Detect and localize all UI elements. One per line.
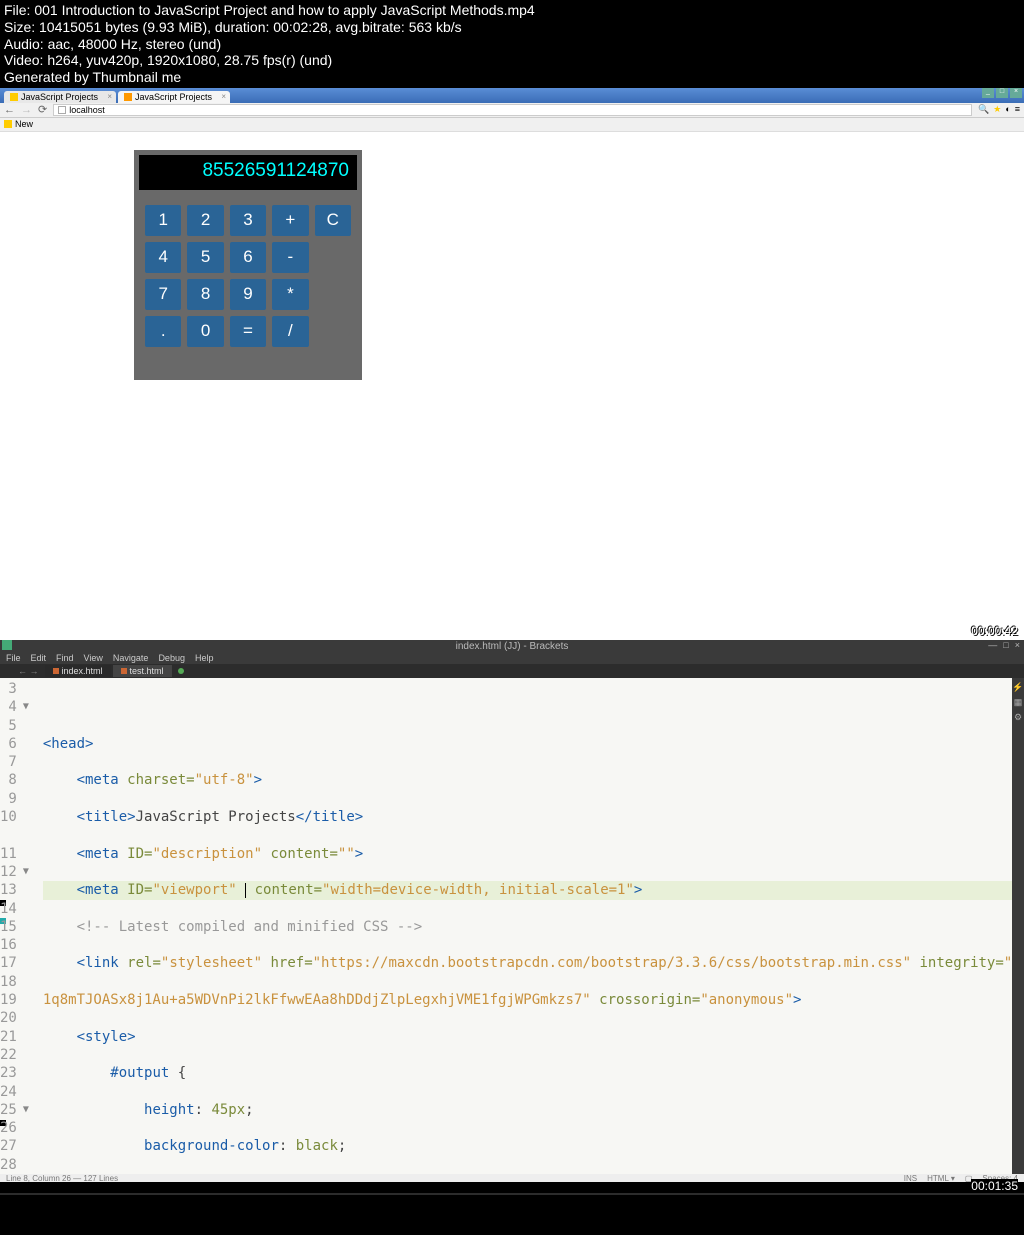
file-tab-label: test.html bbox=[130, 666, 164, 676]
maximize-icon[interactable]: □ bbox=[1003, 640, 1008, 650]
extension-icon[interactable]: ▦ bbox=[1012, 697, 1024, 708]
menu-debug[interactable]: Debug bbox=[158, 653, 185, 663]
window-controls: _ □ × bbox=[982, 88, 1022, 98]
url-input[interactable]: localhost bbox=[53, 104, 972, 116]
code-editor[interactable]: 34▼56789101112▼1314151617181920212223242… bbox=[0, 678, 1012, 1182]
calc-button-minus[interactable]: - bbox=[272, 242, 308, 273]
editor-menubar: File Edit Find View Navigate Debug Help bbox=[0, 652, 1024, 664]
folder-icon bbox=[4, 120, 12, 128]
bookmark-item[interactable]: New bbox=[4, 119, 33, 129]
minimize-icon[interactable]: _ bbox=[982, 88, 994, 98]
calc-button-3[interactable]: 3 bbox=[230, 205, 266, 236]
calc-button-2[interactable]: 2 bbox=[187, 205, 223, 236]
calc-button-dot[interactable]: . bbox=[145, 316, 181, 347]
meta-generated: Generated by Thumbnail me bbox=[4, 69, 1020, 86]
calc-button-multiply[interactable]: * bbox=[272, 279, 308, 310]
close-icon[interactable]: × bbox=[1015, 640, 1020, 650]
bookmark-label: New bbox=[15, 119, 33, 129]
calc-button-divide[interactable]: / bbox=[272, 316, 308, 347]
menu-help[interactable]: Help bbox=[195, 653, 214, 663]
thumbnail-timestamp: 00:01:35 bbox=[971, 1179, 1018, 1193]
calc-button-0[interactable]: 0 bbox=[187, 316, 223, 347]
browser-viewport: 85526591124870 1 2 3 + C 4 5 6 - 7 8 9 *… bbox=[0, 132, 1024, 640]
meta-file: File: 001 Introduction to JavaScript Pro… bbox=[4, 2, 1020, 19]
zoom-icon[interactable]: 🔍 bbox=[978, 104, 989, 115]
browser-tab[interactable]: JavaScript Projects × bbox=[4, 91, 116, 103]
close-icon[interactable]: × bbox=[1010, 88, 1022, 98]
editor-title: index.html (JJ) - Brackets bbox=[456, 641, 569, 652]
video-metadata: File: 001 Introduction to JavaScript Pro… bbox=[0, 0, 1024, 88]
forward-icon[interactable]: → bbox=[21, 104, 32, 116]
page-icon bbox=[58, 106, 66, 114]
editor-sidebar-right: ⚡ ▦ ⚙ bbox=[1012, 678, 1024, 1182]
file-tab-label: index.html bbox=[62, 666, 103, 676]
file-icon bbox=[53, 668, 59, 674]
meta-audio: Audio: aac, 48000 Hz, stereo (und) bbox=[4, 36, 1020, 53]
calc-button-plus[interactable]: + bbox=[272, 205, 308, 236]
calc-button-clear[interactable]: C bbox=[315, 205, 351, 236]
close-icon[interactable]: × bbox=[221, 92, 226, 101]
line-number-gutter: 34▼56789101112▼1314151617181920212223242… bbox=[0, 678, 25, 1182]
editor-window: index.html (JJ) - Brackets — □ × File Ed… bbox=[0, 640, 1024, 1195]
editor-file-tabs: ← → index.html test.html bbox=[0, 664, 1024, 678]
favicon-icon bbox=[10, 93, 18, 101]
calc-button-8[interactable]: 8 bbox=[187, 279, 223, 310]
favicon-icon bbox=[124, 93, 132, 101]
calc-button-1[interactable]: 1 bbox=[145, 205, 181, 236]
settings-icon[interactable]: ⚙ bbox=[1012, 712, 1024, 723]
menu-navigate[interactable]: Navigate bbox=[113, 653, 149, 663]
calc-button-9[interactable]: 9 bbox=[230, 279, 266, 310]
browser-tab-strip: JavaScript Projects × JavaScript Project… bbox=[0, 88, 1024, 103]
tab-label: JavaScript Projects bbox=[135, 92, 212, 102]
file-icon bbox=[121, 668, 127, 674]
meta-video: Video: h264, yuv420p, 1920x1080, 28.75 f… bbox=[4, 52, 1020, 69]
calc-button-7[interactable]: 7 bbox=[145, 279, 181, 310]
tab-label: JavaScript Projects bbox=[21, 92, 98, 102]
meta-size: Size: 10415051 bytes (9.93 MiB), duratio… bbox=[4, 19, 1020, 36]
calc-button-5[interactable]: 5 bbox=[187, 242, 223, 273]
nav-arrows-icon[interactable]: ← → bbox=[14, 666, 43, 676]
calc-button-equals[interactable]: = bbox=[230, 316, 266, 347]
calculator-display: 85526591124870 bbox=[139, 155, 357, 190]
browser-window: JavaScript Projects × JavaScript Project… bbox=[0, 88, 1024, 640]
menu-file[interactable]: File bbox=[6, 653, 21, 663]
url-text: localhost bbox=[69, 105, 105, 115]
address-bar: ← → ⟳ localhost 🔍 ★ ◐ ≡ bbox=[0, 103, 1024, 118]
menu-find[interactable]: Find bbox=[56, 653, 74, 663]
file-tab-index[interactable]: index.html bbox=[45, 665, 111, 677]
live-preview-icon[interactable]: ⚡ bbox=[1012, 682, 1024, 693]
close-icon[interactable]: × bbox=[107, 92, 112, 101]
browser-tab[interactable]: JavaScript Projects × bbox=[118, 91, 230, 103]
menu-icon[interactable]: ≡ bbox=[1015, 104, 1020, 115]
back-icon[interactable]: ← bbox=[4, 104, 15, 116]
file-tab-test[interactable]: test.html bbox=[113, 665, 172, 677]
code-content[interactable]: <head> <meta charset="utf-8"> <title>Jav… bbox=[25, 678, 1012, 1182]
calculator-keypad: 1 2 3 + C 4 5 6 - 7 8 9 * . 0 = / bbox=[139, 205, 357, 347]
calc-button-4[interactable]: 4 bbox=[145, 242, 181, 273]
calc-button-6[interactable]: 6 bbox=[230, 242, 266, 273]
bookmark-bar: New bbox=[0, 118, 1024, 132]
toolbar-right: 🔍 ★ ◐ ≡ bbox=[978, 104, 1020, 115]
thumbnail-timestamp: 00:00:42 bbox=[971, 624, 1018, 638]
extension-icon[interactable]: ◐ bbox=[1005, 104, 1010, 115]
editor-titlebar: index.html (JJ) - Brackets — □ × bbox=[0, 640, 1024, 652]
menu-edit[interactable]: Edit bbox=[31, 653, 47, 663]
add-file-icon[interactable] bbox=[178, 668, 184, 674]
brackets-icon bbox=[2, 640, 12, 650]
calculator-widget: 85526591124870 1 2 3 + C 4 5 6 - 7 8 9 *… bbox=[134, 150, 362, 380]
minimize-icon[interactable]: — bbox=[988, 640, 997, 650]
star-icon[interactable]: ★ bbox=[993, 104, 1001, 115]
maximize-icon[interactable]: □ bbox=[996, 88, 1008, 98]
reload-icon[interactable]: ⟳ bbox=[38, 103, 47, 116]
menu-view[interactable]: View bbox=[84, 653, 103, 663]
